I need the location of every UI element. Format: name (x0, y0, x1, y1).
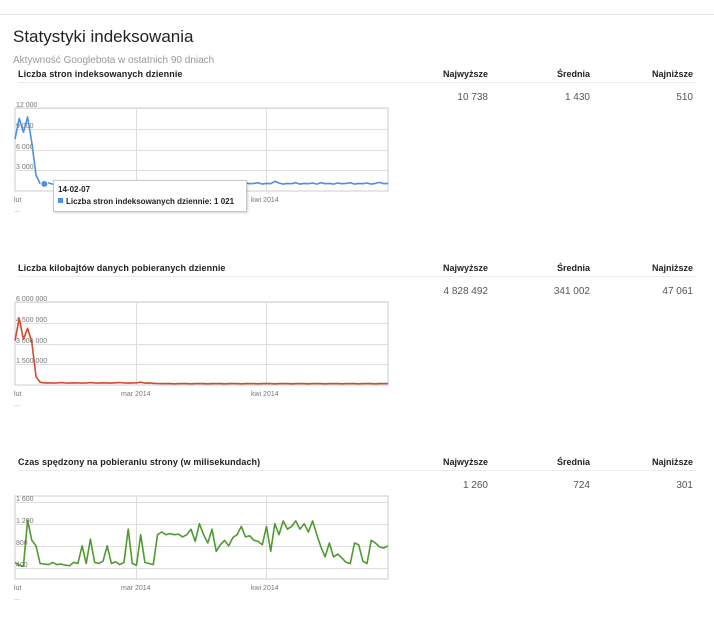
x-tick-label: mar 2014 (121, 391, 151, 398)
max-value: 1 260 (462, 480, 488, 491)
y-tick-label: 1 500 000 (16, 358, 47, 365)
col-avg-header: Średnia (556, 69, 590, 79)
section-title: Liczba stron indeksowanych dziennie (18, 69, 183, 79)
tooltip-swatch (58, 198, 63, 203)
avg-value: 1 430 (564, 92, 590, 103)
x-axis-ellipsis: ... (14, 595, 20, 602)
chart-tooltip: 14-02-07 Liczba stron indeksowanych dzie… (53, 180, 247, 212)
tooltip-line: Liczba stron indeksowanych dziennie: 1 0… (58, 197, 234, 206)
plot-frame (14, 495, 389, 580)
x-tick-label: lut (14, 585, 21, 592)
highlight-point (40, 179, 49, 188)
series-line (14, 519, 389, 568)
plot-frame (14, 301, 389, 386)
min-value: 510 (676, 92, 693, 103)
col-avg-header: Średnia (556, 263, 590, 273)
min-value: 301 (676, 480, 693, 491)
x-tick-label: lut (14, 391, 21, 398)
section-title: Czas spędzony na pobieraniu strony (w mi… (18, 457, 261, 467)
header-rule (18, 82, 696, 83)
y-tick-label: 3 000 (16, 164, 34, 171)
plot-frame (14, 107, 389, 192)
x-tick-label: lut (14, 197, 21, 204)
y-tick-label: 6 000 000 (16, 296, 47, 303)
y-tick-label: 12 000 (16, 102, 38, 109)
avg-value: 341 002 (553, 286, 590, 297)
col-avg-header: Średnia (556, 457, 590, 467)
min-value: 47 061 (662, 286, 693, 297)
chart-kilobytes[interactable]: 6 000 0004 500 0003 000 0001 500 000lut m… (0, 294, 395, 412)
top-divider (0, 14, 714, 15)
page-title: Statystyki indeksowania (13, 27, 194, 46)
chart-download-time[interactable]: 1 6001 200800400lut mar 2014 kwi 2014... (0, 488, 395, 606)
page-subtitle: Aktywność Googlebota w ostatnich 90 dnia… (13, 55, 215, 66)
x-axis-ellipsis: ... (14, 207, 20, 214)
header-rule (18, 470, 696, 471)
series-line (14, 317, 389, 385)
x-tick-label: kwi 2014 (251, 391, 279, 398)
col-min-header: Najniższe (651, 457, 693, 467)
col-min-header: Najniższe (651, 263, 693, 273)
y-tick-label: 1 600 (16, 496, 34, 503)
tooltip-label: Liczba stron indeksowanych dziennie: 1 0… (66, 197, 235, 206)
x-tick-label: mar 2014 (121, 585, 151, 592)
col-max-header: Najwyższe (442, 69, 488, 79)
x-tick-label: kwi 2014 (251, 197, 279, 204)
col-max-header: Najwyższe (442, 457, 488, 467)
col-min-header: Najniższe (651, 69, 693, 79)
tooltip-date: 14-02-07 (58, 185, 91, 194)
section-title: Liczba kilobajtów danych pobieranych dzi… (18, 263, 226, 273)
avg-value: 724 (573, 480, 590, 491)
x-axis-ellipsis: ... (14, 401, 20, 408)
header-rule (18, 276, 696, 277)
col-max-header: Najwyższe (442, 263, 488, 273)
y-tick-label: 6 000 (16, 144, 34, 151)
x-tick-label: kwi 2014 (251, 585, 279, 592)
max-value: 4 828 492 (443, 286, 489, 297)
max-value: 10 738 (457, 92, 488, 103)
y-tick-label: 1 200 (16, 518, 34, 525)
